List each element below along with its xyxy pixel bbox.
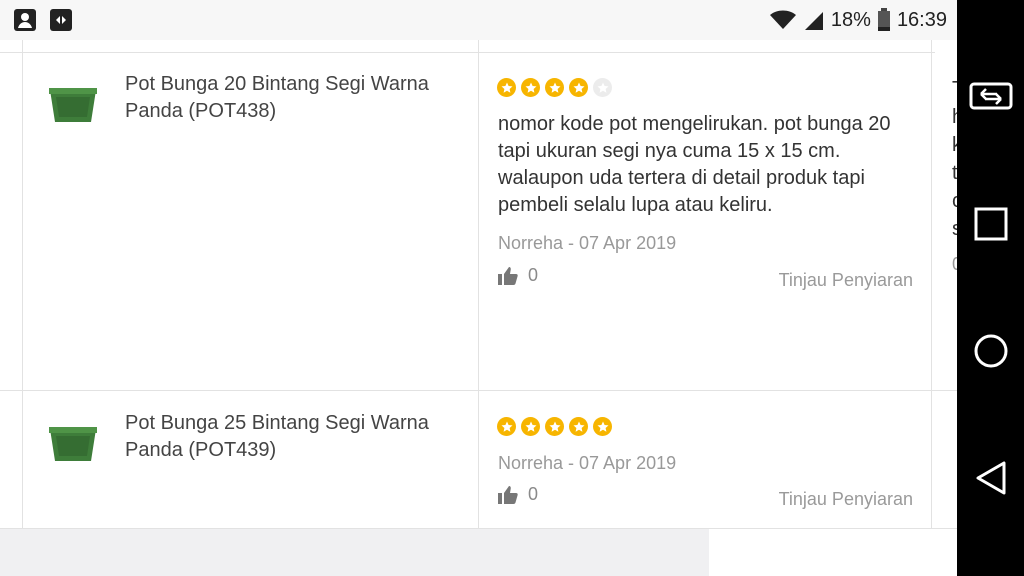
review-row: Pot Bunga 20 Bintang Segi Warna Panda (P… (0, 40, 957, 390)
star-rating (497, 417, 612, 436)
like-count: 0 (528, 265, 539, 285)
review-row: Pot Bunga 25 Bintang Segi Warna Panda (P… (0, 391, 957, 528)
star-icon (569, 417, 588, 436)
account-icon (14, 9, 36, 31)
reviews-table: Pot Bunga 20 Bintang Segi Warna Panda (P… (0, 40, 957, 529)
star-icon (497, 417, 516, 436)
like-button[interactable]: 0 (498, 484, 538, 505)
like-button[interactable]: 0 (498, 265, 538, 286)
product-image[interactable] (48, 425, 98, 465)
star-icon (497, 78, 516, 97)
signal-icon (804, 12, 823, 30)
product-name[interactable]: Pot Bunga 25 Bintang Segi Warna Panda (P… (125, 410, 455, 464)
status-right: 18% 16:39 (769, 6, 947, 34)
navigation-bar (957, 0, 1024, 576)
star-icon (545, 78, 564, 97)
star-icon (593, 417, 612, 436)
back-icon[interactable] (957, 448, 1024, 508)
like-count: 0 (528, 484, 539, 504)
app-icon (50, 9, 72, 31)
star-rating (497, 78, 612, 97)
view-review-link[interactable]: Tinjau Penyiaran (779, 489, 913, 510)
review-author-date: Norreha - 07 Apr 2019 (498, 453, 677, 473)
bottom-panel (709, 529, 957, 576)
battery-percent: 18% (830, 8, 871, 31)
star-icon (545, 417, 564, 436)
star-icon (569, 78, 588, 97)
product-name[interactable]: Pot Bunga 20 Bintang Segi Warna Panda (P… (125, 71, 455, 125)
battery-icon (877, 8, 890, 31)
home-icon[interactable] (957, 321, 1024, 381)
thumbs-up-icon (498, 266, 518, 285)
star-icon (521, 78, 540, 97)
thumbs-up-icon (498, 485, 518, 504)
status-bar: 18% 16:39 (0, 0, 957, 40)
star-icon (521, 417, 540, 436)
reviews-content: Pot Bunga 20 Bintang Segi Warna Panda (P… (0, 40, 957, 576)
view-review-link[interactable]: Tinjau Penyiaran (779, 270, 913, 291)
star-empty-icon (593, 78, 612, 97)
review-text: nomor kode pot mengelirukan. pot bunga 2… (498, 113, 891, 216)
product-image[interactable] (48, 86, 98, 126)
screen-rotate-icon[interactable] (957, 66, 1024, 126)
recent-apps-icon[interactable] (957, 194, 1024, 254)
wifi-icon (769, 10, 796, 29)
clock: 16:39 (896, 8, 947, 31)
review-author-date: Norreha - 07 Apr 2019 (498, 233, 677, 253)
